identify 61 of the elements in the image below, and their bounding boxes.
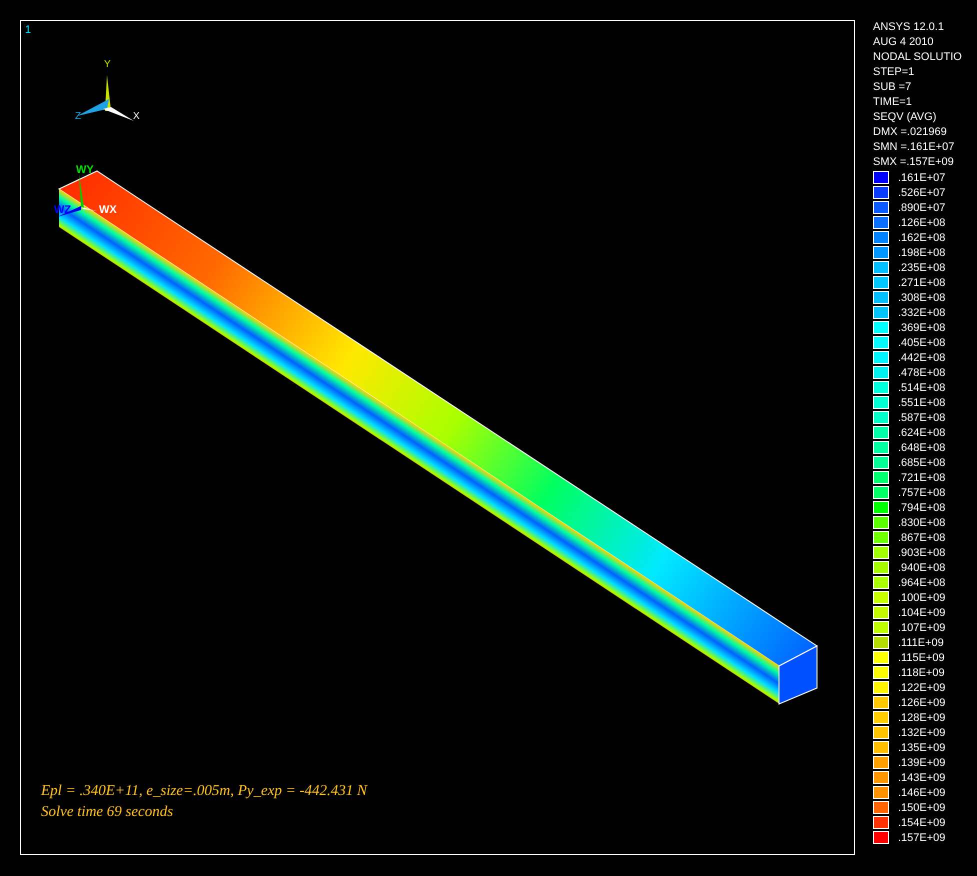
work-plane-x-label: WX (99, 204, 117, 216)
legend-value: .146E+09 (898, 786, 946, 798)
legend-value: .757E+08 (898, 486, 946, 498)
annotation-text: Solve time 69 seconds (41, 803, 174, 822)
legend-info-text: SMN =.161E+07 (873, 140, 956, 155)
legend-value: .126E+08 (898, 216, 946, 228)
legend-value: .964E+08 (898, 576, 946, 588)
legend-info-text: SUB =7 (873, 80, 912, 95)
legend-value: .128E+09 (898, 712, 946, 724)
legend-value: .526E+07 (898, 186, 946, 198)
legend-value: .514E+08 (898, 382, 946, 394)
legend-value: .624E+08 (898, 426, 946, 438)
legend-value: .157E+09 (898, 832, 946, 844)
legend-value: .198E+08 (898, 246, 946, 258)
legend-value: .126E+09 (898, 696, 946, 708)
annotation-text: Epl = .340E+11, e_size=.005m, Py_exp = -442.431 N (41, 782, 367, 801)
legend-value: .154E+09 (898, 816, 946, 828)
legend-value: .369E+08 (898, 322, 946, 334)
legend-value: .135E+09 (898, 742, 946, 754)
legend-value: .122E+09 (898, 682, 946, 694)
legend-value: .111E+09 (898, 636, 944, 648)
legend-value: .903E+08 (898, 546, 946, 558)
legend-info-text: SEQV (AVG) (873, 110, 938, 125)
legend-value: .161E+07 (898, 172, 946, 184)
legend-value: .100E+09 (898, 592, 946, 604)
legend-value: .442E+08 (898, 352, 946, 364)
legend-info-text: AUG 4 2010 (873, 35, 935, 50)
legend-value: .867E+08 (898, 532, 946, 544)
legend-value: .107E+09 (898, 622, 946, 634)
legend-value: .551E+08 (898, 396, 946, 408)
legend-value: .332E+08 (898, 306, 946, 318)
work-plane-y-label: WY (76, 164, 94, 176)
legend-value: .405E+08 (898, 336, 946, 348)
legend-value: .115E+09 (898, 652, 945, 664)
window-number: 1 (25, 24, 32, 36)
legend-value: .794E+08 (898, 502, 946, 514)
legend-value: .143E+09 (898, 772, 946, 784)
legend-value: .150E+09 (898, 802, 946, 814)
legend-value: .830E+08 (898, 516, 946, 528)
legend-value: .132E+09 (898, 726, 946, 738)
legend-value: .721E+08 (898, 472, 946, 484)
legend-info-text: SMX =.157E+09 (873, 155, 955, 170)
legend-info-text: DMX =.021969 (873, 125, 948, 140)
legend-value: .118E+09 (898, 666, 945, 678)
legend-value: .104E+09 (898, 606, 946, 618)
legend-info-text: NODAL SOLUTIO (873, 50, 962, 65)
legend-value: .648E+08 (898, 442, 946, 454)
legend-info-text: STEP=1 (873, 65, 916, 80)
legend-value: .890E+07 (898, 202, 946, 214)
legend-value: .162E+08 (898, 232, 946, 244)
legend-value: .587E+08 (898, 412, 946, 424)
axis-triad-drawing: Y Z X (75, 59, 140, 122)
legend-value: .139E+09 (898, 756, 946, 768)
legend-value: .478E+08 (898, 366, 946, 378)
legend-value: .235E+08 (898, 262, 946, 274)
legend-value: .308E+08 (898, 292, 946, 304)
legend-value: .685E+08 (898, 456, 946, 468)
legend-info-text: ANSYS 12.0.1 (873, 20, 945, 35)
legend-info-text: TIME=1 (873, 95, 913, 110)
legend-value: .271E+08 (898, 276, 946, 288)
legend-value: .940E+08 (898, 562, 946, 574)
